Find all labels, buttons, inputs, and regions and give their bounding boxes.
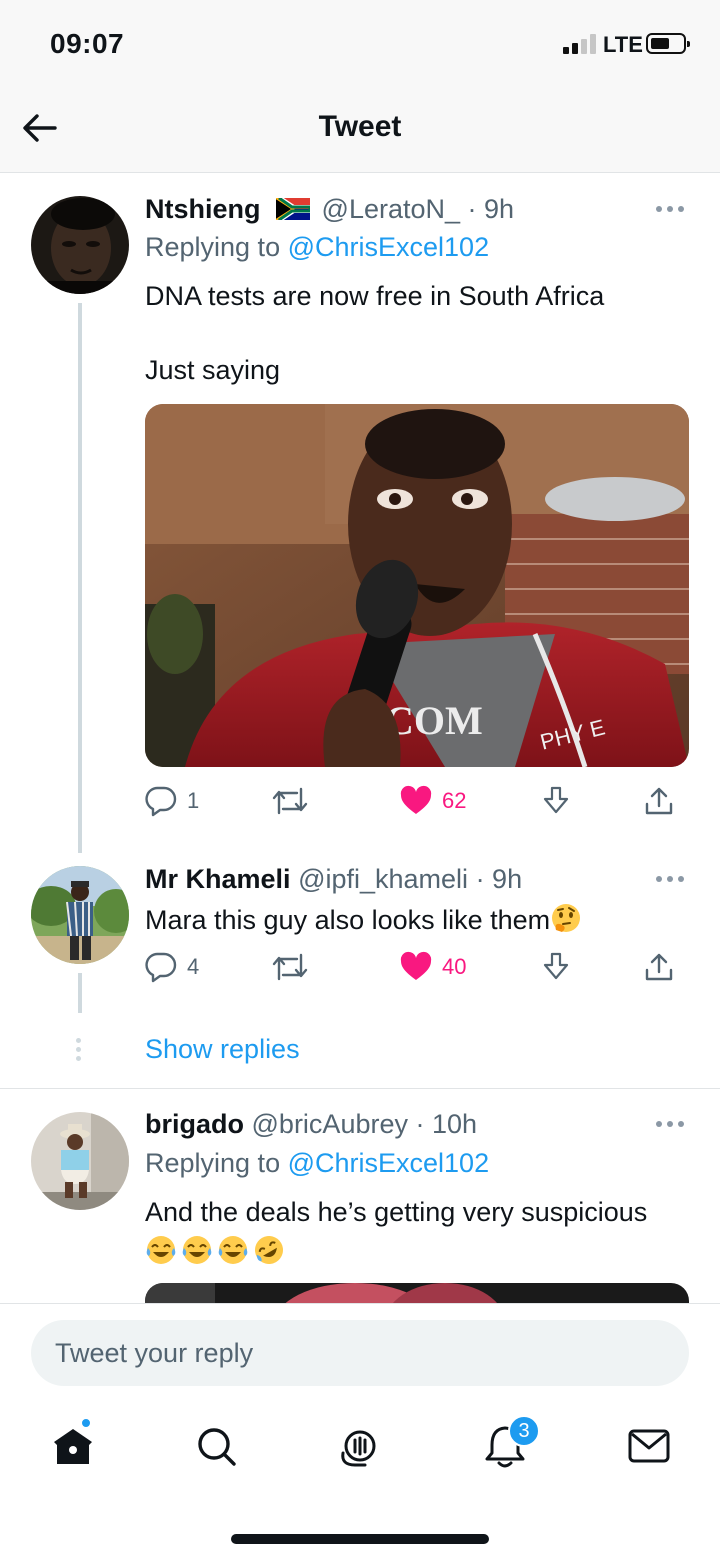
share-button[interactable] xyxy=(643,781,675,821)
status-time: 09:07 xyxy=(50,28,125,59)
more-options-button[interactable] xyxy=(656,1119,686,1129)
like-button[interactable]: 62 xyxy=(400,781,466,821)
messages-icon xyxy=(628,1429,670,1463)
tweet-actions: 4 40 xyxy=(145,947,690,987)
tweet-header: Ntshieng @LeratoN_ · 9h xyxy=(145,194,514,225)
replying-label: Replying to xyxy=(145,1148,281,1178)
bookmark-download-button[interactable] xyxy=(540,947,572,987)
display-name[interactable]: Ntshieng xyxy=(145,194,261,224)
heart-filled-icon xyxy=(400,951,432,980)
spaces-icon xyxy=(341,1430,376,1467)
more-options-button[interactable] xyxy=(656,204,686,214)
tab-messages[interactable] xyxy=(624,1421,674,1471)
tab-search[interactable] xyxy=(192,1421,242,1471)
notifications-badge: 3 xyxy=(508,1415,540,1447)
tweet-reply-3[interactable]: brigado @bricAubrey · 10h Replying to @C… xyxy=(0,1089,720,1303)
face-with-tears-of-joy-emoji-icon xyxy=(146,1236,176,1264)
show-replies-link[interactable]: Show replies xyxy=(145,1034,300,1065)
download-icon xyxy=(543,786,569,814)
like-count: 62 xyxy=(442,788,467,813)
battery-icon xyxy=(646,33,690,54)
tweet-text-line-1: And the deals he’s getting very suspicio… xyxy=(145,1197,648,1227)
avatar[interactable] xyxy=(31,1112,129,1210)
svg-text:COM: COM xyxy=(385,698,483,743)
face-with-tears-of-joy-emoji-icon xyxy=(218,1236,248,1264)
tab-spaces[interactable] xyxy=(335,1421,385,1471)
tweet-header: brigado @bricAubrey · 10h xyxy=(145,1109,477,1140)
reply-count: 4 xyxy=(187,954,200,979)
rolling-on-the-floor-laughing-emoji-icon xyxy=(255,1236,283,1264)
page-title: Tweet xyxy=(318,110,402,143)
thread-line xyxy=(78,973,82,1013)
display-name[interactable]: Mr Khameli xyxy=(145,864,291,894)
replying-to: Replying to @ChrisExcel102 xyxy=(145,232,489,263)
reply-input[interactable] xyxy=(31,1320,689,1386)
retweet-icon xyxy=(272,787,308,815)
south-africa-flag-icon xyxy=(276,198,311,220)
search-icon xyxy=(198,1428,236,1466)
tweet-media-image[interactable]: COM PHY E xyxy=(145,404,689,767)
like-count: 40 xyxy=(442,954,467,979)
reply-icon xyxy=(145,952,177,983)
share-icon xyxy=(645,953,673,981)
retweet-icon xyxy=(272,953,308,981)
top-bar: Tweet xyxy=(0,90,720,173)
replying-label: Replying to xyxy=(145,232,281,262)
retweet-button[interactable] xyxy=(271,947,309,987)
thinking-face-emoji-icon xyxy=(552,904,581,932)
replying-to: Replying to @ChrisExcel102 xyxy=(145,1148,489,1179)
tweet-text-line-1: DNA tests are now free in South Africa xyxy=(145,281,605,311)
signal-icon xyxy=(563,34,597,54)
thread-more-dots xyxy=(76,1038,82,1062)
tab-notifications[interactable]: 3 xyxy=(480,1415,540,1471)
more-options-button[interactable] xyxy=(656,874,686,884)
display-name[interactable]: brigado xyxy=(145,1109,244,1139)
mention-link[interactable]: @ChrisExcel102 xyxy=(288,1148,490,1178)
mention-link[interactable]: @ChrisExcel102 xyxy=(288,232,490,262)
tweet-time: · 9h xyxy=(467,194,515,224)
reply-composer xyxy=(0,1303,720,1403)
username[interactable]: @LeratoN_ xyxy=(322,194,460,224)
like-button[interactable]: 40 xyxy=(400,947,466,987)
retweet-button[interactable] xyxy=(271,781,309,821)
reply-button[interactable]: 4 xyxy=(145,947,199,987)
home-indicator[interactable] xyxy=(231,1534,489,1544)
tweet-reply-1[interactable]: Ntshieng @LeratoN_ · 9h Replying to @Chr… xyxy=(0,173,720,853)
tweet-actions: 1 62 xyxy=(145,781,690,821)
tweet-header: Mr Khameli @ipfi_khameli · 9h xyxy=(145,864,522,895)
tweet-emoji-line xyxy=(145,1234,289,1268)
thread-line xyxy=(78,303,82,853)
network-label: LTE xyxy=(603,32,643,57)
status-bar: 09:07 LTE xyxy=(0,0,720,90)
avatar[interactable] xyxy=(31,196,129,294)
bookmark-download-button[interactable] xyxy=(540,781,572,821)
username[interactable]: @ipfi_khameli xyxy=(298,864,468,894)
tweet-text: Mara this guy also looks like them xyxy=(145,902,586,936)
download-icon xyxy=(543,952,569,980)
tweet-media-image[interactable] xyxy=(145,1283,689,1303)
avatar[interactable] xyxy=(31,866,129,964)
share-button[interactable] xyxy=(643,947,675,987)
reply-icon xyxy=(145,786,177,817)
reply-button[interactable]: 1 xyxy=(145,781,199,821)
tweet-time: · 10h xyxy=(415,1109,478,1139)
tweet-time: · 9h xyxy=(475,864,523,894)
tab-home[interactable] xyxy=(48,1417,98,1471)
heart-filled-icon xyxy=(400,785,432,814)
tweet-reply-2[interactable]: Mr Khameli @ipfi_khameli · 9h Mara this … xyxy=(0,853,720,1023)
home-new-indicator xyxy=(80,1417,92,1429)
reply-count: 1 xyxy=(187,788,200,813)
tweet-text-line-2: Just saying xyxy=(145,355,281,385)
home-icon xyxy=(54,1429,92,1464)
tweet-text-line-1: Mara this guy also looks like them xyxy=(145,905,551,935)
username[interactable]: @bricAubrey xyxy=(252,1109,408,1139)
share-icon xyxy=(645,787,673,815)
face-with-tears-of-joy-emoji-icon xyxy=(182,1236,212,1264)
